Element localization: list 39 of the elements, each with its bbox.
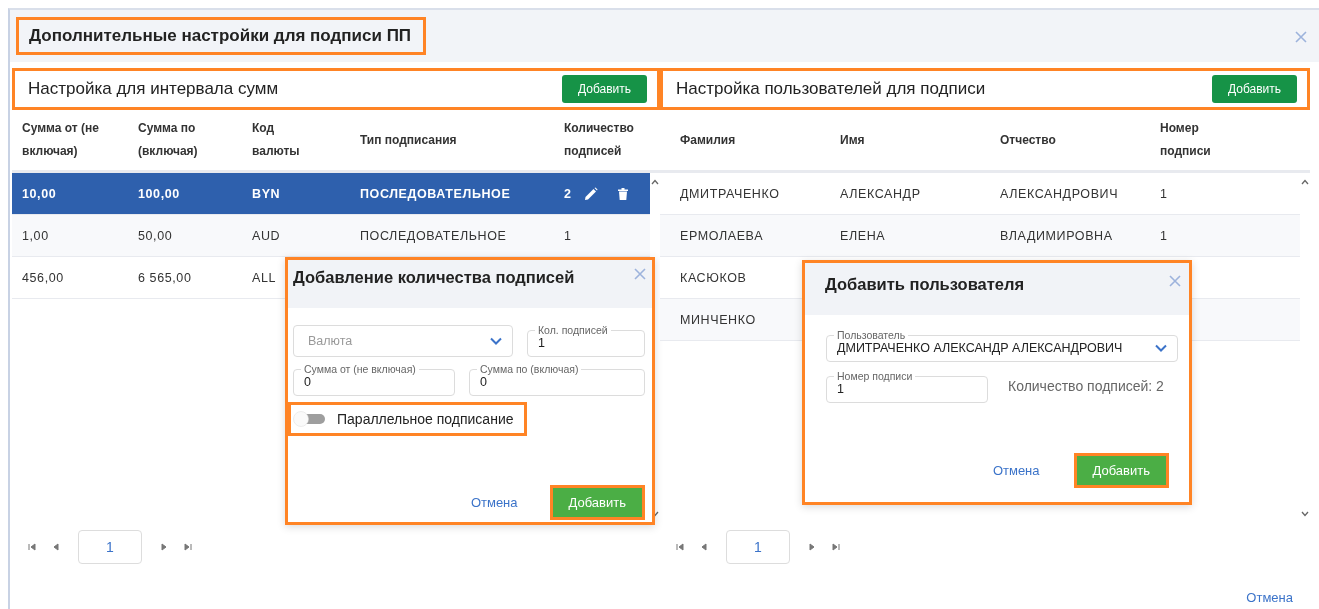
table-cell: 1 bbox=[1160, 186, 1168, 201]
table-cell: 1 bbox=[1160, 228, 1168, 243]
column-header: Количество подписей bbox=[564, 120, 635, 160]
column-header: Фамилия bbox=[680, 131, 736, 149]
table-cell: АЛЕКСАНДР bbox=[840, 186, 921, 201]
column-header: Сумма по (включая) bbox=[138, 120, 199, 160]
toggle-label: Параллельное подписание bbox=[337, 411, 514, 427]
column-header: Код валюты bbox=[252, 120, 301, 160]
table-cell: 1 bbox=[564, 228, 572, 243]
signature-count: Количество подписей: 2 bbox=[1008, 378, 1164, 394]
table-cell: АЛЕКСАНДРОВИЧ bbox=[1000, 186, 1119, 201]
dialog-title: Дополнительные настройки для подписи ПП bbox=[16, 17, 427, 55]
table-cell: 50,00 bbox=[138, 228, 173, 243]
table-cell: 1,00 bbox=[22, 228, 49, 243]
table-cell: ПОСЛЕДОВАТЕЛЬНОЕ bbox=[360, 186, 511, 201]
table-cell: МИНЧЕНКО bbox=[680, 312, 756, 327]
table-cell: ДМИТРАЧЕНКО bbox=[680, 186, 780, 201]
column-header: Номер подписи bbox=[1160, 120, 1212, 160]
table-cell: 10,00 bbox=[22, 186, 57, 201]
section-title: Настройка для интервала сумм bbox=[28, 79, 279, 99]
table-cell: ВЛАДИМИРОВНА bbox=[1000, 228, 1113, 243]
column-header: Тип подписания bbox=[360, 131, 457, 149]
column-header: Сумма от (не включая) bbox=[22, 120, 100, 160]
table-cell: ЕЛЕНА bbox=[840, 228, 886, 243]
section-title: Настройка пользователей для подписи bbox=[676, 79, 986, 99]
table-cell: AUD bbox=[252, 228, 281, 243]
table-cell: 456,00 bbox=[22, 270, 64, 285]
column-header: Отчество bbox=[1000, 131, 1056, 149]
dialog-title: Добавить пользователя bbox=[825, 275, 1025, 294]
table-cell: 2 bbox=[564, 186, 572, 201]
table-cell: ПОСЛЕДОВАТЕЛЬНОЕ bbox=[360, 228, 507, 243]
table-cell: 6 565,00 bbox=[138, 270, 192, 285]
dialog-title: Добавление количества подписей bbox=[293, 268, 575, 287]
table-cell: 100,00 bbox=[138, 186, 180, 201]
table-cell: BYN bbox=[252, 186, 281, 201]
table-cell: КАСЮКОВ bbox=[680, 270, 747, 285]
table-cell: ALL bbox=[252, 270, 277, 285]
table-cell: ЕРМОЛАЕВА bbox=[680, 228, 764, 243]
column-header: Имя bbox=[840, 131, 865, 149]
